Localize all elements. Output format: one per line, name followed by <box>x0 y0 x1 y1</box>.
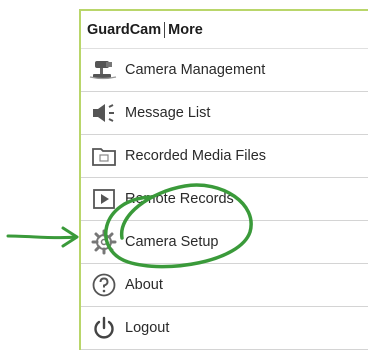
menu-item-camera-setup[interactable]: Camera Setup <box>81 221 368 264</box>
annotation-arrowhead <box>61 226 79 248</box>
annotation-arrow-icon <box>6 234 78 240</box>
menu-item-message-list[interactable]: Message List <box>81 92 368 135</box>
camera-icon <box>85 49 123 92</box>
speaker-icon <box>85 92 123 135</box>
menu-item-logout[interactable]: Logout <box>81 307 368 350</box>
header-divider <box>164 21 166 38</box>
gear-icon <box>85 221 123 264</box>
app-name: GuardCam <box>87 21 162 38</box>
menu-item-about[interactable]: About <box>81 264 368 307</box>
menu-item-label: About <box>125 277 163 293</box>
folder-icon <box>85 135 123 178</box>
section-title: More <box>168 21 203 38</box>
menu-item-remote-records[interactable]: Remote Records <box>81 178 368 221</box>
question-icon <box>85 264 123 307</box>
power-icon <box>85 307 123 350</box>
menu-item-label: Recorded Media Files <box>125 148 267 164</box>
more-menu-panel: GuardCam More Camera Management Message … <box>79 9 368 350</box>
menu-header: GuardCam More <box>81 11 368 49</box>
menu-item-label: Camera Setup <box>125 234 219 250</box>
menu-item-recorded-media-files[interactable]: Recorded Media Files <box>81 135 368 178</box>
menu-item-label: Logout <box>125 320 170 336</box>
menu-item-camera-management[interactable]: Camera Management <box>81 49 368 92</box>
menu-item-label: Remote Records <box>125 191 234 207</box>
menu-item-label: Message List <box>125 105 211 121</box>
menu-item-label: Camera Management <box>125 62 266 78</box>
play-icon <box>85 178 123 221</box>
